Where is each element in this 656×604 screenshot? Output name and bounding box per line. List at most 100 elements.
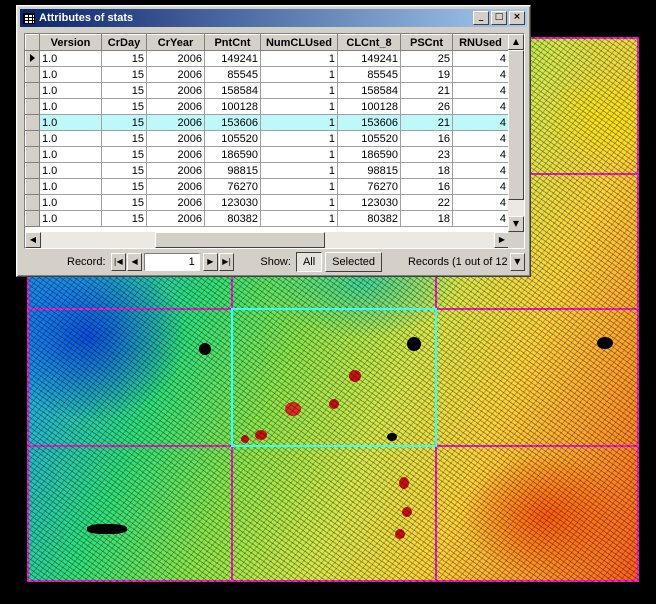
table-cell[interactable]: 16 [400, 130, 453, 147]
table-cell[interactable]: 1 [260, 114, 338, 131]
table-cell[interactable]: 1.0 [39, 114, 102, 131]
table-cell[interactable]: 23 [400, 146, 453, 163]
table-cell[interactable]: 15 [101, 130, 147, 147]
scroll-left-button[interactable]: ◀ [25, 232, 41, 248]
table-cell[interactable]: 26 [400, 98, 453, 115]
table-cell[interactable]: 16 [400, 178, 453, 195]
table-cell[interactable]: 2006 [146, 50, 205, 67]
table-cell[interactable]: 186590 [204, 146, 261, 163]
table-cell[interactable]: 98815 [337, 162, 401, 179]
table-cell[interactable]: 76270 [204, 178, 261, 195]
table-cell[interactable]: 21 [400, 114, 453, 131]
table-cell[interactable]: 18 [400, 162, 453, 179]
options-dropdown-button[interactable]: ▼ [509, 253, 525, 271]
table-row[interactable]: 1.0 15 2006 85545 1 85545 19 4 [25, 66, 509, 83]
horizontal-scrollbar[interactable]: ◀ ▶ [25, 232, 510, 248]
table-cell[interactable]: 2006 [146, 210, 205, 227]
table-cell[interactable]: 1 [260, 194, 338, 211]
table-cell[interactable]: 15 [101, 50, 147, 67]
table-cell[interactable]: 1.0 [39, 194, 102, 211]
map-tile[interactable] [435, 445, 639, 582]
table-cell[interactable]: 2006 [146, 82, 205, 99]
map-tile[interactable] [27, 308, 233, 447]
table-cell[interactable]: 1 [260, 82, 338, 99]
table-cell[interactable]: 2006 [146, 130, 205, 147]
first-record-button[interactable]: |◀ [110, 253, 126, 271]
column-header[interactable]: CLCnt_8 [337, 34, 401, 51]
table-cell[interactable]: 15 [101, 162, 147, 179]
table-cell[interactable]: 15 [101, 82, 147, 99]
table-cell[interactable]: 4 [452, 146, 509, 163]
table-cell[interactable]: 158584 [204, 82, 261, 99]
table-cell[interactable]: 1.0 [39, 66, 102, 83]
row-selector[interactable] [25, 82, 40, 99]
horizontal-scroll-thumb[interactable] [155, 232, 325, 248]
table-cell[interactable]: 1 [260, 50, 338, 67]
table-cell[interactable]: 1.0 [39, 98, 102, 115]
column-header[interactable]: PSCnt [400, 34, 453, 51]
table-cell[interactable]: 123030 [204, 194, 261, 211]
table-cell[interactable]: 2006 [146, 162, 205, 179]
vertical-scroll-thumb[interactable] [508, 50, 524, 200]
table-row[interactable]: 1.0 15 2006 105520 1 105520 16 4 [25, 130, 509, 147]
table-cell[interactable]: 4 [452, 114, 509, 131]
column-header[interactable]: Version [39, 34, 102, 51]
table-cell[interactable]: 2006 [146, 178, 205, 195]
table-cell[interactable]: 1.0 [39, 130, 102, 147]
table-row[interactable]: 1.0 15 2006 153606 1 153606 21 4 [25, 114, 509, 131]
show-selected-button[interactable]: Selected [325, 252, 382, 272]
table-cell[interactable]: 123030 [337, 194, 401, 211]
table-cell[interactable]: 2006 [146, 114, 205, 131]
row-selector[interactable] [25, 146, 40, 163]
table-cell[interactable]: 100128 [337, 98, 401, 115]
maximize-button[interactable]: □ [491, 11, 507, 25]
selected-map-tile[interactable] [231, 308, 437, 447]
table-cell[interactable]: 149241 [204, 50, 261, 67]
table-cell[interactable]: 4 [452, 162, 509, 179]
table-cell[interactable]: 25 [400, 50, 453, 67]
table-cell[interactable]: 80382 [337, 210, 401, 227]
row-selector[interactable] [25, 50, 40, 67]
table-cell[interactable]: 2006 [146, 66, 205, 83]
table-cell[interactable]: 15 [101, 66, 147, 83]
row-selector[interactable] [25, 210, 40, 227]
table-cell[interactable]: 80382 [204, 210, 261, 227]
map-tile[interactable] [231, 445, 437, 582]
table-cell[interactable]: 1.0 [39, 162, 102, 179]
table-cell[interactable]: 1 [260, 162, 338, 179]
table-cell[interactable]: 105520 [204, 130, 261, 147]
table-row[interactable]: 1.0 15 2006 149241 1 149241 25 4 [25, 50, 509, 67]
table-row[interactable]: 1.0 15 2006 98815 1 98815 18 4 [25, 162, 509, 179]
minimize-button[interactable]: _ [473, 11, 489, 25]
table-cell[interactable]: 4 [452, 50, 509, 67]
table-cell[interactable]: 1.0 [39, 50, 102, 67]
table-cell[interactable]: 153606 [337, 114, 401, 131]
table-cell[interactable]: 19 [400, 66, 453, 83]
table-cell[interactable]: 158584 [337, 82, 401, 99]
map-tile[interactable] [27, 445, 233, 582]
record-number-input[interactable]: 1 [144, 253, 200, 271]
show-all-button[interactable]: All [295, 252, 323, 272]
table-cell[interactable]: 85545 [204, 66, 261, 83]
table-cell[interactable]: 1 [260, 130, 338, 147]
row-selector[interactable] [25, 178, 40, 195]
table-cell[interactable]: 1 [260, 178, 338, 195]
table-cell[interactable]: 21 [400, 82, 453, 99]
vertical-scrollbar[interactable]: ▲ ▼ [508, 34, 524, 232]
table-cell[interactable]: 4 [452, 98, 509, 115]
table-cell[interactable]: 15 [101, 210, 147, 227]
row-selector[interactable] [25, 162, 40, 179]
row-selector[interactable] [25, 194, 40, 211]
table-cell[interactable]: 1 [260, 146, 338, 163]
scroll-down-button[interactable]: ▼ [508, 216, 524, 232]
row-selector[interactable] [25, 114, 40, 131]
row-selector[interactable] [25, 130, 40, 147]
column-header[interactable]: NumCLUsed [260, 34, 338, 51]
table-cell[interactable]: 1 [260, 98, 338, 115]
attribute-grid[interactable]: Version CrDay CrYear PntCnt NumCLUsed CLCnt_8… [24, 33, 525, 249]
table-cell[interactable]: 15 [101, 178, 147, 195]
table-cell[interactable]: 22 [400, 194, 453, 211]
table-cell[interactable]: 4 [452, 82, 509, 99]
title-bar[interactable]: Attributes of stats _ □ × [20, 9, 527, 27]
table-cell[interactable]: 2006 [146, 194, 205, 211]
